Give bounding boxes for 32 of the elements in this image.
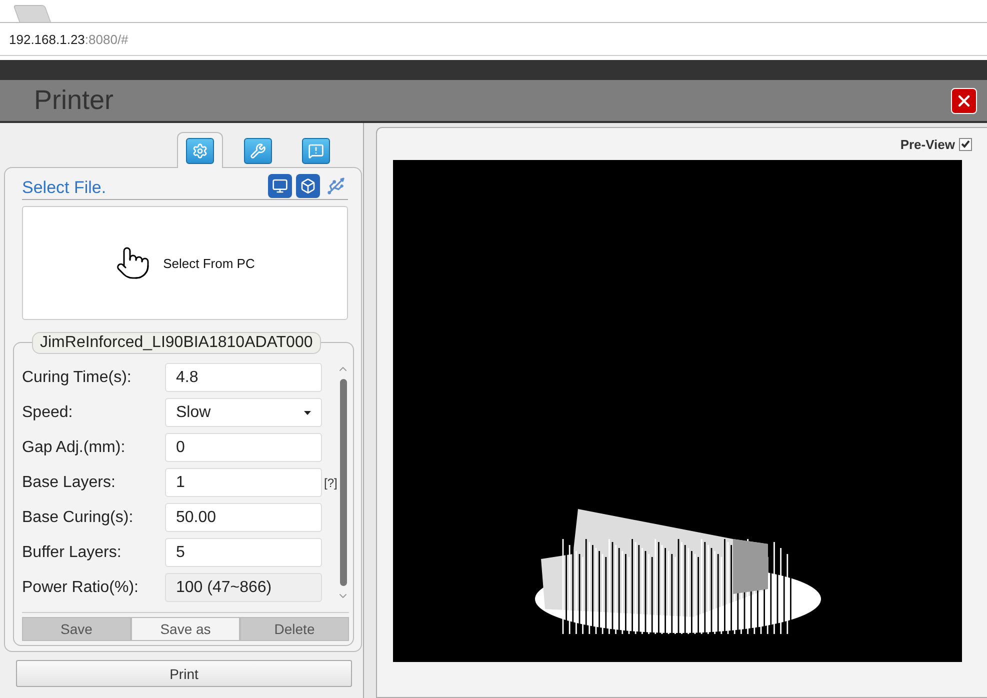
field-label: Base Layers:: [22, 474, 116, 492]
hand-pointer-icon: [115, 245, 152, 281]
field-label: Speed:: [22, 404, 74, 422]
print-button[interactable]: Print: [16, 660, 352, 687]
help-link[interactable]: [?]: [324, 476, 338, 490]
gear-icon: [186, 138, 214, 164]
cube-icon[interactable]: [296, 174, 320, 198]
drop-area-text[interactable]: Select From PC: [163, 256, 255, 270]
input-field[interactable]: 5: [165, 538, 322, 567]
field-label: Buffer Layers:: [22, 544, 122, 562]
profile-button[interactable]: Save as: [131, 617, 240, 641]
tab[interactable]: [177, 132, 223, 168]
input-field[interactable]: 50.00: [165, 503, 322, 532]
speech-bubble-icon: [302, 138, 330, 164]
window-title: Printer: [34, 85, 114, 116]
address-bar[interactable]: 192.168.1.23:8080/#: [9, 32, 128, 46]
profile-name[interactable]: JimReInforced_LI90BIA1810ADAT000: [32, 332, 321, 354]
input-field[interactable]: 4.8: [165, 363, 322, 392]
input-field[interactable]: 1: [165, 468, 322, 497]
caret-icon: [304, 410, 311, 414]
wrench-icon: [244, 138, 272, 164]
field-label: Base Curing(s):: [22, 508, 134, 526]
dropdown[interactable]: Slow: [165, 398, 322, 427]
preview-checkbox[interactable]: [959, 138, 972, 150]
field-label: Gap Adj.(mm):: [22, 438, 126, 456]
field-label: Power Ratio(%):: [22, 578, 140, 596]
input-field[interactable]: 0: [165, 433, 322, 462]
preview-label: Pre-View: [900, 136, 955, 152]
computer-icon[interactable]: [268, 174, 292, 198]
field-label: Curing Time(s):: [22, 368, 132, 386]
close-button[interactable]: [951, 88, 977, 114]
section-title: Select File.: [22, 178, 106, 198]
